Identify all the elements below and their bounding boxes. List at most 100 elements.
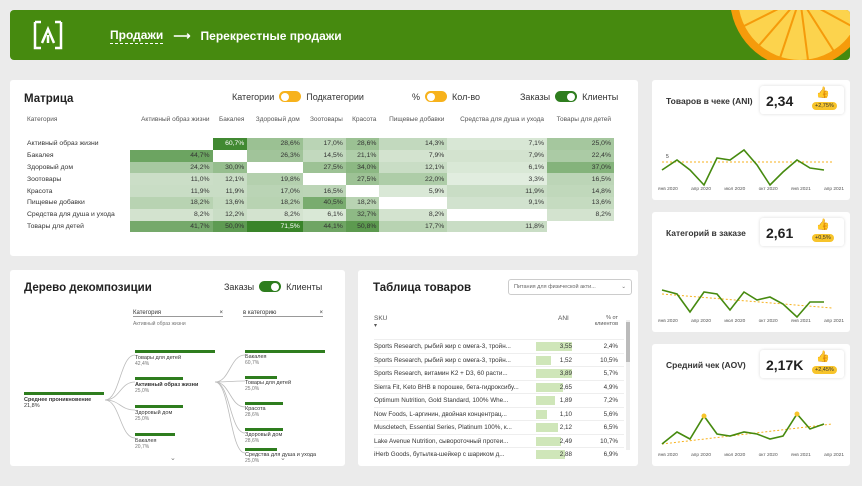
matrix-cell[interactable]: 41,7% (130, 220, 213, 233)
matrix-cell[interactable]: 44,1% (302, 220, 346, 233)
matrix-column-header[interactable]: Средства для душа и ухода (447, 116, 547, 138)
tree-root-node[interactable]: Среднее проникновение 21,8% (24, 392, 104, 409)
tree-node[interactable]: Бакалея 20,7% (135, 433, 215, 450)
matrix-cell[interactable]: 11,8% (447, 220, 547, 233)
matrix-cell[interactable]: 8,2% (130, 208, 213, 221)
matrix-cell[interactable]: 27,5% (302, 161, 346, 174)
breadcrumb-sales-link[interactable]: Продажи (110, 28, 164, 44)
matrix-row-label[interactable]: Красота (24, 185, 130, 197)
matrix-column-header[interactable]: Активный образ жизни (130, 116, 213, 138)
matrix-row-label[interactable]: Здоровый дом (24, 162, 130, 174)
matrix-cell[interactable] (212, 149, 248, 162)
matrix-row-label[interactable]: Пищевые добавки (24, 197, 130, 209)
matrix-cell[interactable]: 21,1% (345, 149, 380, 162)
table-row[interactable]: iHerb Goods, бутылка-шейкер с шариком д.… (374, 447, 624, 461)
tree-node[interactable]: Товары для детей 42,4% (135, 350, 215, 367)
matrix-column-header[interactable]: Пищевые добавки (379, 116, 447, 138)
matrix-cell[interactable]: 24,2% (130, 161, 213, 174)
matrix-cell[interactable]: 71,5% (247, 220, 303, 233)
table-row[interactable]: Now Foods, L-аргинин, двойная концентрац… (374, 406, 624, 421)
matrix-cell[interactable]: 22,0% (379, 173, 448, 186)
matrix-cell[interactable] (345, 185, 380, 197)
table-row[interactable]: Sports Research, рыбий жир с омега-3, тр… (374, 352, 624, 367)
matrix-cell[interactable]: 32,7% (345, 208, 380, 221)
matrix-row-label[interactable]: Товары для детей (24, 221, 130, 233)
matrix-cell[interactable] (130, 138, 213, 150)
matrix-cell[interactable]: 34,0% (345, 161, 380, 174)
tree-node[interactable]: Товары для детей 25,0% (245, 376, 325, 392)
matrix-cell[interactable] (302, 173, 346, 186)
matrix-cell[interactable] (379, 196, 448, 209)
matrix-column-header[interactable]: Красота (346, 116, 380, 138)
matrix-cell[interactable]: 12,2% (212, 208, 248, 221)
matrix-cell[interactable]: 6,1% (302, 208, 346, 221)
matrix-cell[interactable]: 25,0% (547, 138, 614, 150)
matrix-cell[interactable]: 19,8% (247, 173, 303, 186)
matrix-cell[interactable]: 12,1% (379, 161, 448, 174)
table-row[interactable]: Sports Research, рыбий жир с омега-3, тр… (374, 339, 624, 353)
matrix-cell[interactable]: 40,5% (302, 196, 346, 209)
toggle-switch[interactable] (555, 91, 578, 102)
matrix-cell[interactable]: 18,2% (247, 196, 303, 209)
matrix-column-header[interactable]: Товары для детей (547, 116, 614, 138)
matrix-cell[interactable]: 50,8% (345, 220, 380, 233)
matrix-cell[interactable]: 14,8% (547, 185, 614, 197)
matrix-cell[interactable]: 16,5% (302, 185, 346, 197)
tree-node[interactable]: Здоровый дом 28,6% (245, 428, 325, 444)
matrix-cell[interactable]: 27,5% (345, 173, 380, 186)
matrix-cell[interactable]: 8,2% (247, 208, 303, 221)
toggle-switch[interactable] (425, 91, 448, 102)
matrix-cell[interactable]: 7,9% (379, 149, 448, 162)
chevron-down-icon[interactable]: ⌄ (170, 454, 176, 462)
table-row[interactable]: Optimum Nutrition, Gold Standard, 100% W… (374, 393, 624, 407)
matrix-cell[interactable]: 17,7% (379, 220, 448, 233)
matrix-cell[interactable]: 11,9% (447, 185, 547, 197)
matrix-cell[interactable]: 26,3% (247, 149, 303, 162)
matrix-cell[interactable]: 17,0% (247, 185, 303, 197)
matrix-cell[interactable]: 13,6% (212, 196, 248, 209)
matrix-cell[interactable]: 11,0% (130, 173, 213, 186)
matrix-cell[interactable]: 8,2% (379, 208, 448, 221)
matrix-cell[interactable]: 30,0% (212, 161, 248, 174)
toggle-switch[interactable] (279, 91, 302, 102)
chevron-down-icon[interactable]: ⌄ (280, 454, 286, 462)
matrix-row-label[interactable]: Активный образ жизни (24, 138, 130, 150)
matrix-column-header[interactable]: Бакалея (213, 116, 248, 138)
matrix-cell[interactable] (247, 161, 303, 174)
matrix-cell[interactable]: 28,6% (247, 138, 303, 150)
product-filter-dropdown[interactable]: Питания для физической акти... ⌄ (508, 279, 632, 295)
matrix-cell[interactable]: 18,2% (130, 196, 213, 209)
matrix-cell[interactable]: 5,9% (379, 185, 448, 197)
matrix-row-label[interactable]: Бакалея (24, 150, 130, 162)
matrix-cell[interactable] (547, 220, 614, 233)
matrix-cell[interactable]: 28,6% (345, 138, 380, 150)
matrix-cell[interactable] (447, 208, 547, 221)
matrix-cell[interactable]: 13,6% (547, 196, 614, 209)
matrix-row-label[interactable]: Зоотовары (24, 173, 130, 185)
matrix-cell[interactable]: 17,0% (302, 138, 346, 150)
table-scrollbar[interactable] (626, 320, 630, 450)
table-row[interactable]: Lake Avenue Nutrition, сывороточный прот… (374, 433, 624, 448)
table-row[interactable]: Sierra Fit, Keto BHB в порошке, бета-гид… (374, 379, 624, 394)
orders-toggle[interactable]: Заказы Клиенты (520, 91, 618, 102)
matrix-cell[interactable]: 11,9% (130, 185, 213, 197)
matrix-cell[interactable]: 7,9% (447, 149, 547, 162)
matrix-cell[interactable]: 16,5% (547, 173, 614, 186)
tree-node[interactable]: Активный образ жизни 25,0% (135, 377, 215, 394)
matrix-cell[interactable]: 11,9% (212, 185, 248, 197)
tree-node[interactable]: Красота 28,6% (245, 402, 325, 418)
table-row[interactable]: Muscletech, Essential Series, Platinum 1… (374, 420, 624, 434)
matrix-cell[interactable]: 6,1% (447, 161, 547, 174)
matrix-cell[interactable]: 3,3% (447, 173, 547, 186)
matrix-cell[interactable]: 18,2% (345, 196, 380, 209)
matrix-row-label[interactable]: Средства для душа и ухода (24, 209, 130, 221)
matrix-cell[interactable]: 50,0% (212, 220, 248, 233)
matrix-cell[interactable]: 9,1% (447, 196, 547, 209)
matrix-column-header[interactable]: Зоотовары (303, 116, 346, 138)
tree-node[interactable]: Бакалея 60,7% (245, 350, 325, 366)
matrix-cell[interactable]: 22,4% (547, 149, 614, 162)
matrix-cell[interactable]: 8,2% (547, 208, 614, 221)
pct-header[interactable]: % от клиентов (584, 315, 618, 327)
ani-header[interactable]: ANI (558, 315, 569, 322)
matrix-cell[interactable]: 44,7% (130, 149, 213, 162)
